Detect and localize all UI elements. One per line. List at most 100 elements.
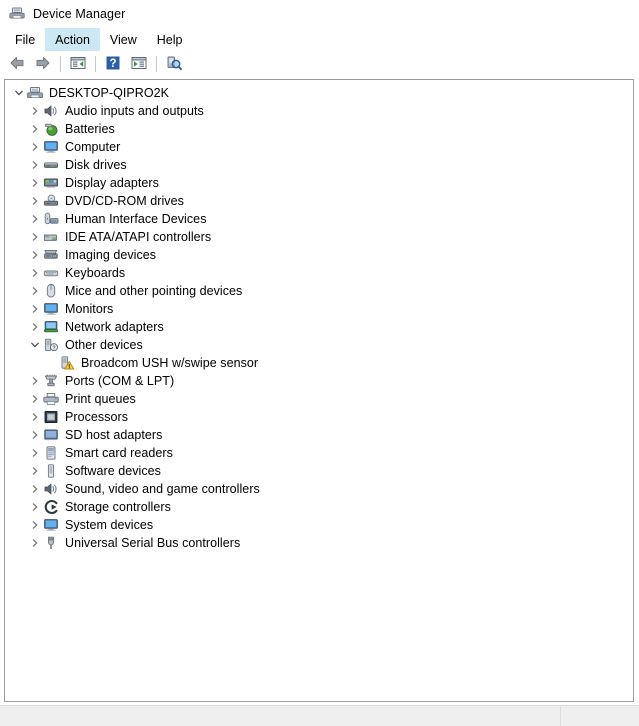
tree-item-monitors[interactable]: Monitors xyxy=(5,300,633,318)
menu-help[interactable]: Help xyxy=(147,28,193,51)
tree-item-other-devices[interactable]: ? Other devices xyxy=(5,336,633,354)
tree-item-computer[interactable]: Computer xyxy=(5,138,633,156)
menu-help-label: Help xyxy=(156,32,183,47)
port-icon xyxy=(43,373,59,389)
window-title: Device Manager xyxy=(33,7,126,21)
network-adapter-icon xyxy=(43,319,59,335)
tree-item-label: Human Interface Devices xyxy=(65,212,207,226)
forward-arrow-icon xyxy=(34,55,52,74)
chevron-right-icon[interactable] xyxy=(27,426,43,444)
chevron-down-icon[interactable] xyxy=(11,84,27,102)
chevron-right-icon[interactable] xyxy=(27,282,43,300)
ide-controller-icon xyxy=(43,229,59,245)
show-hide-console-tree-button[interactable] xyxy=(65,53,91,75)
help-question-icon: ? xyxy=(105,55,121,74)
storage-controller-icon xyxy=(43,499,59,515)
chevron-right-icon[interactable] xyxy=(27,480,43,498)
tree-item-universal-serial-bus-controllers[interactable]: Universal Serial Bus controllers xyxy=(5,534,633,552)
back-button[interactable] xyxy=(4,53,30,75)
tree-item-storage-controllers[interactable]: Storage controllers xyxy=(5,498,633,516)
tree-item-broadcom-ush-swipe-sensor[interactable]: Broadcom USH w/swipe sensor xyxy=(5,354,633,372)
chevron-right-icon[interactable] xyxy=(27,246,43,264)
chevron-right-icon[interactable] xyxy=(27,138,43,156)
tree-item-display-adapters[interactable]: Display adapters xyxy=(5,174,633,192)
tree-item-label: Audio inputs and outputs xyxy=(65,104,204,118)
chevron-right-icon[interactable] xyxy=(27,156,43,174)
monitor-icon xyxy=(43,139,59,155)
tree-item-label: Imaging devices xyxy=(65,248,157,262)
chevron-right-icon[interactable] xyxy=(27,408,43,426)
chevron-right-icon[interactable] xyxy=(27,498,43,516)
menu-view[interactable]: View xyxy=(100,28,147,51)
scan-for-hardware-changes-button[interactable] xyxy=(161,53,187,75)
tree-item-print-queues[interactable]: Print queues xyxy=(5,390,633,408)
tree-item-ide-ata-atapi-controllers[interactable]: IDE ATA/ATAPI controllers xyxy=(5,228,633,246)
chevron-right-icon[interactable] xyxy=(27,192,43,210)
chevron-right-icon[interactable] xyxy=(27,444,43,462)
tree-item-label: Monitors xyxy=(65,302,114,316)
properties-button[interactable] xyxy=(126,53,152,75)
svg-text:?: ? xyxy=(109,58,116,70)
tree-item-dvd-cd-rom-drives[interactable]: DVD/CD-ROM drives xyxy=(5,192,633,210)
tree-item-label: Network adapters xyxy=(65,320,164,334)
chevron-right-icon[interactable] xyxy=(27,516,43,534)
monitor-icon xyxy=(43,517,59,533)
unknown-device-warning-icon xyxy=(59,355,75,371)
tree-item-label: SD host adapters xyxy=(65,428,163,442)
tree-item-label: Other devices xyxy=(65,338,143,352)
speaker-icon xyxy=(43,481,59,497)
tree-item-sd-host-adapters[interactable]: SD host adapters xyxy=(5,426,633,444)
chevron-right-icon[interactable] xyxy=(27,462,43,480)
tree-item-ports-com-and-lpt[interactable]: Ports (COM & LPT) xyxy=(5,372,633,390)
disk-drive-icon xyxy=(43,157,59,173)
forward-button[interactable] xyxy=(30,53,56,75)
status-bar xyxy=(0,705,639,726)
processor-icon xyxy=(43,409,59,425)
chevron-right-icon[interactable] xyxy=(27,390,43,408)
chevron-right-icon[interactable] xyxy=(27,210,43,228)
tree-item-label: Batteries xyxy=(65,122,115,136)
device-tree-panel[interactable]: DESKTOP-QIPRO2K Audio inputs and outputs xyxy=(4,79,634,702)
chevron-right-icon[interactable] xyxy=(27,228,43,246)
usb-icon xyxy=(43,535,59,551)
tree-item-audio-inputs-and-outputs[interactable]: Audio inputs and outputs xyxy=(5,102,633,120)
tree-item-root[interactable]: DESKTOP-QIPRO2K xyxy=(5,84,633,102)
tree-item-label: Disk drives xyxy=(65,158,127,172)
tree-item-software-devices[interactable]: Software devices xyxy=(5,462,633,480)
chevron-right-icon[interactable] xyxy=(27,318,43,336)
chevron-right-icon[interactable] xyxy=(27,300,43,318)
tree-item-keyboards[interactable]: Keyboards xyxy=(5,264,633,282)
tree-item-imaging-devices[interactable]: Imaging devices xyxy=(5,246,633,264)
tree-item-label: Software devices xyxy=(65,464,161,478)
device-manager-icon xyxy=(9,5,25,24)
tree-item-label: Sound, video and game controllers xyxy=(65,482,260,496)
tree-item-human-interface-devices[interactable]: Human Interface Devices xyxy=(5,210,633,228)
tree-item-label: DVD/CD-ROM drives xyxy=(65,194,184,208)
menu-bar: File Action View Help xyxy=(0,28,639,51)
tree-item-batteries[interactable]: Batteries xyxy=(5,120,633,138)
chevron-right-icon[interactable] xyxy=(27,102,43,120)
tree-item-smart-card-readers[interactable]: Smart card readers xyxy=(5,444,633,462)
tree-item-sound-video-and-game-controllers[interactable]: Sound, video and game controllers xyxy=(5,480,633,498)
tree-item-disk-drives[interactable]: Disk drives xyxy=(5,156,633,174)
chevron-right-icon[interactable] xyxy=(27,372,43,390)
help-button[interactable]: ? xyxy=(100,53,126,75)
display-adapter-icon xyxy=(43,175,59,191)
svg-text:?: ? xyxy=(52,345,55,351)
chevron-down-icon[interactable] xyxy=(27,336,43,354)
menu-action-label: Action xyxy=(55,32,90,47)
chevron-right-icon[interactable] xyxy=(27,264,43,282)
other-device-icon: ? xyxy=(43,337,59,353)
menu-action[interactable]: Action xyxy=(45,28,100,51)
printer-icon xyxy=(43,391,59,407)
tree-item-processors[interactable]: Processors xyxy=(5,408,633,426)
menu-file[interactable]: File xyxy=(5,28,45,51)
tree-item-network-adapters[interactable]: Network adapters xyxy=(5,318,633,336)
sd-host-adapter-icon xyxy=(43,427,59,443)
chevron-right-icon[interactable] xyxy=(27,174,43,192)
tree-item-label: Ports (COM & LPT) xyxy=(65,374,175,388)
tree-item-system-devices[interactable]: System devices xyxy=(5,516,633,534)
tree-item-mice-and-other-pointing-devices[interactable]: Mice and other pointing devices xyxy=(5,282,633,300)
chevron-right-icon[interactable] xyxy=(27,534,43,552)
chevron-right-icon[interactable] xyxy=(27,120,43,138)
